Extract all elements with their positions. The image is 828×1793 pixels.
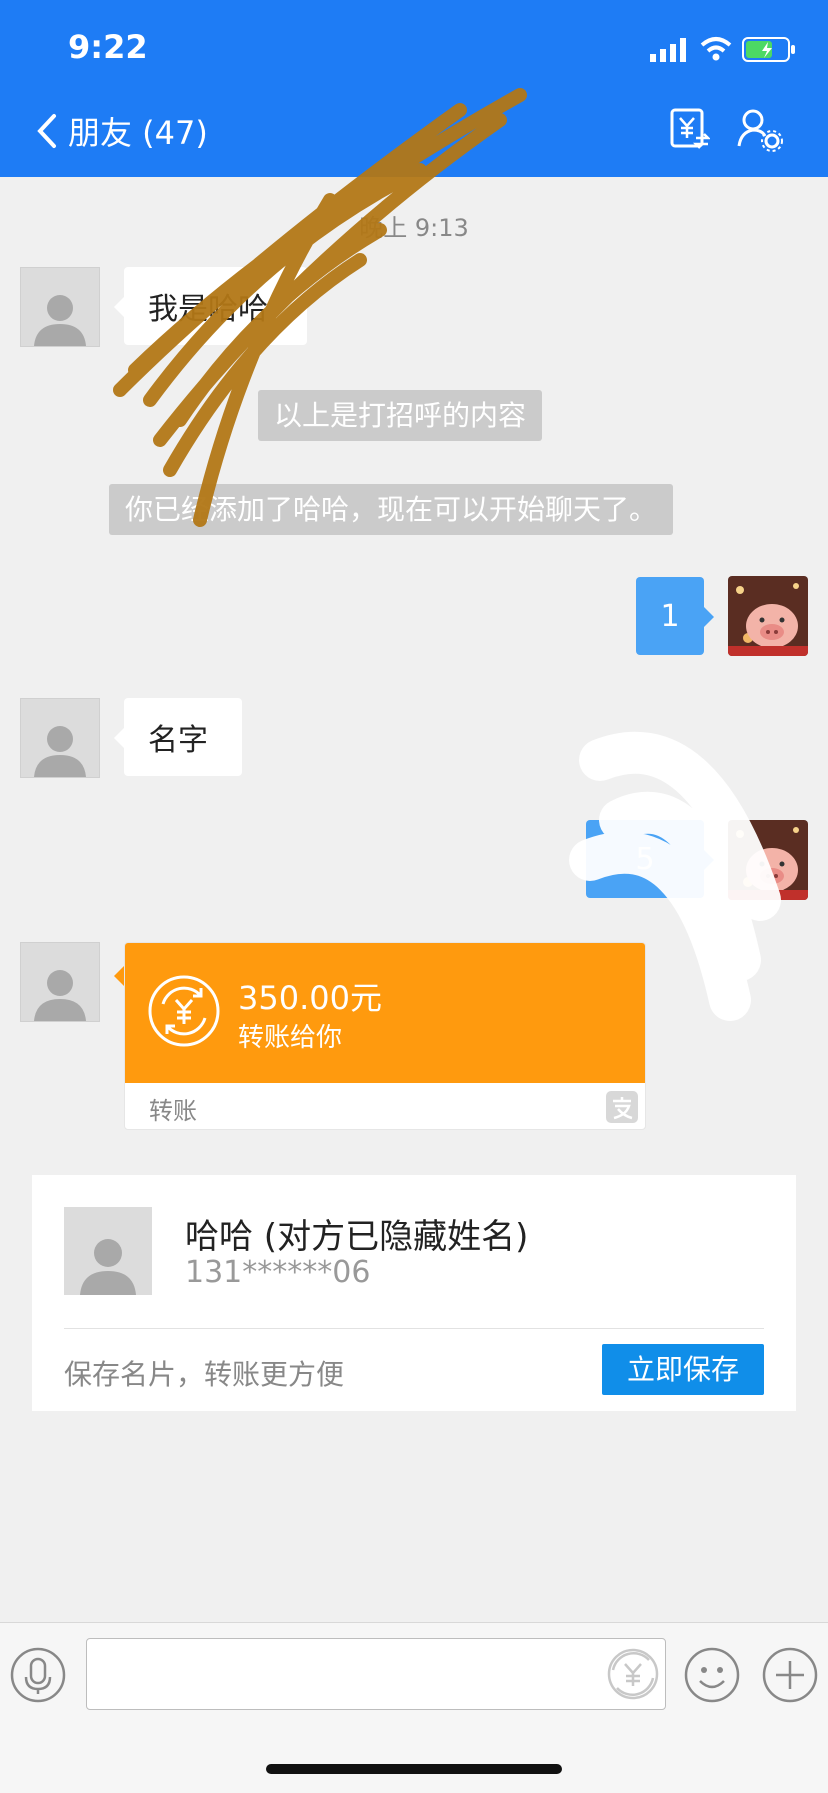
contact-name: 哈哈 (对方已隐藏姓名) (185, 1217, 529, 1257)
emoji-icon[interactable] (684, 1647, 740, 1703)
contact-card-avatar (64, 1207, 152, 1295)
voice-icon[interactable] (10, 1647, 66, 1703)
contact-card: 哈哈 (对方已隐藏姓名) 131******06 保存名片，转账更方便 立即保存 (32, 1175, 796, 1411)
save-hint: 保存名片，转账更方便 (64, 1358, 345, 1391)
plus-icon[interactable] (762, 1647, 818, 1703)
divider (64, 1328, 764, 1329)
red-packet-yuan-icon[interactable] (605, 1646, 661, 1702)
save-contact-button[interactable]: 立即保存 (602, 1344, 764, 1395)
contact-phone: 131******06 (185, 1255, 371, 1290)
message-input[interactable] (86, 1638, 666, 1710)
home-indicator (266, 1764, 562, 1774)
redaction-scribble (113, 88, 781, 1021)
